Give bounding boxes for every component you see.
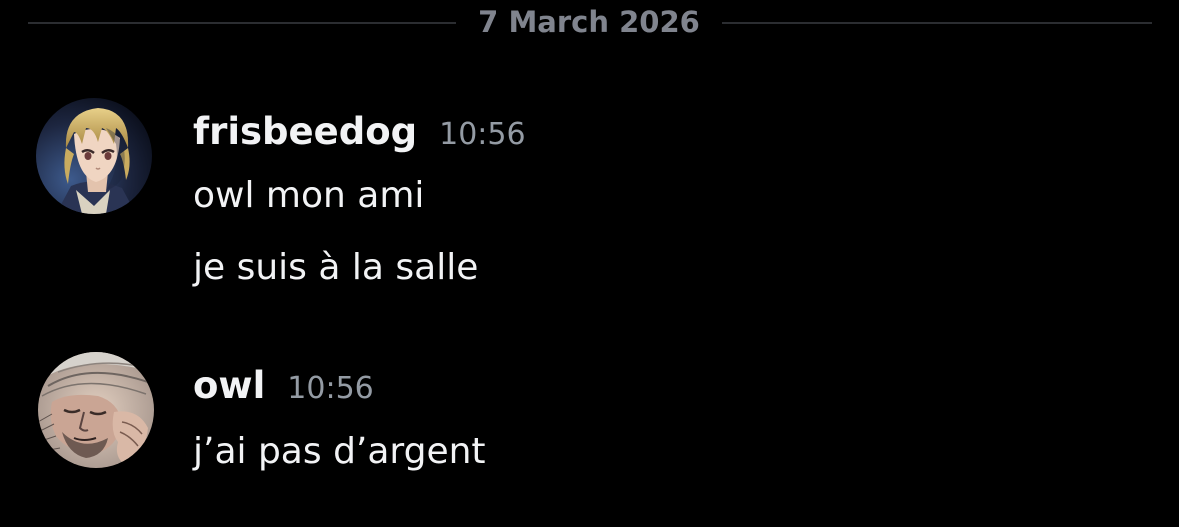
message-header: frisbeedog 10:56: [193, 110, 526, 160]
divider-date: 7 March 2026: [478, 5, 700, 39]
timestamp: 10:56: [287, 371, 374, 406]
message-text: owl mon ami: [193, 175, 425, 216]
message-text: je suis à la salle: [193, 247, 479, 288]
avatar[interactable]: [36, 98, 152, 214]
anime-blonde-character-avatar: [36, 98, 152, 214]
username[interactable]: frisbeedog: [193, 110, 417, 153]
divider-line-left: [28, 22, 456, 24]
message-header: owl 10:56: [193, 364, 374, 414]
avatar[interactable]: [38, 352, 154, 468]
date-divider: 7 March 2026: [28, 0, 1152, 46]
divider-line-right: [722, 22, 1152, 24]
timestamp: 10:56: [439, 117, 526, 152]
username[interactable]: owl: [193, 364, 265, 407]
sketched-face-avatar: [38, 352, 154, 468]
message-text: j’ai pas d’argent: [193, 431, 486, 472]
